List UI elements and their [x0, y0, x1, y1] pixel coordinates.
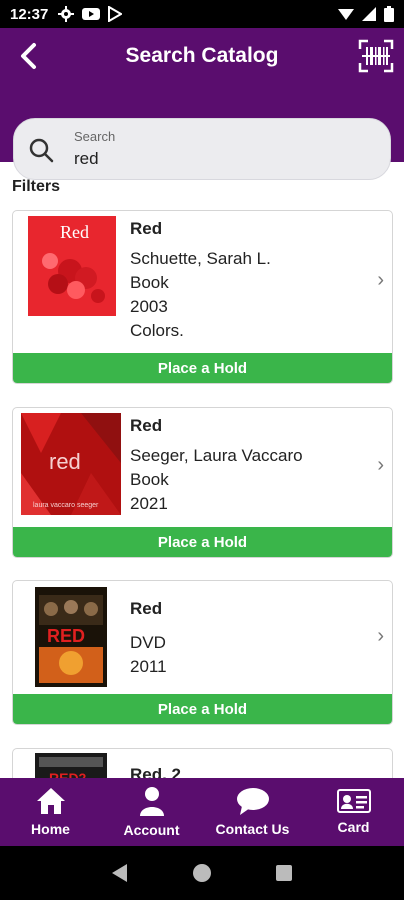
result-card[interactable]: RED2 Red. 2 [12, 748, 393, 780]
result-card[interactable]: RED Red DVD 2011 › Place a Hold [12, 580, 393, 725]
cover-author: laura vaccaro seeger [33, 502, 99, 509]
chevron-right-icon: › [377, 454, 384, 476]
chevron-right-icon: › [377, 269, 384, 291]
home-icon [36, 788, 65, 814]
result-format: Book [130, 470, 169, 489]
search-icon [29, 138, 54, 163]
search-input[interactable]: red [74, 149, 99, 169]
place-hold-button[interactable]: Place a Hold [13, 694, 392, 724]
place-hold-button[interactable]: Place a Hold [13, 527, 392, 557]
result-card[interactable]: red laura vaccaro seeger Red Seeger, Lau… [12, 407, 393, 558]
app-bar: Search Catalog Search red [0, 28, 404, 180]
result-title: Red [130, 416, 163, 435]
page-title: Search Catalog [125, 44, 279, 67]
result-title: Red [130, 219, 163, 238]
nav-home-icon[interactable] [192, 863, 212, 883]
settings-icon [58, 6, 75, 22]
book-cover-image: Red [28, 216, 116, 316]
tab-home[interactable]: Home [0, 778, 101, 846]
result-author: Seeger, Laura Vaccaro [130, 446, 303, 465]
tab-account[interactable]: Account [101, 778, 202, 846]
chat-icon [236, 788, 269, 815]
signal-icon [362, 7, 376, 21]
search-field[interactable]: Search red [13, 118, 391, 180]
bottom-tab-bar: Home Account Contact Us Card [0, 778, 404, 846]
place-hold-button[interactable]: Place a Hold [13, 353, 392, 383]
youtube-icon [82, 8, 101, 20]
dvd-cover-image: RED [35, 587, 107, 687]
tab-card-label: Card [337, 819, 370, 835]
result-year: 2021 [130, 494, 168, 513]
status-time: 12:37 [10, 5, 49, 23]
search-label: Search [74, 129, 116, 144]
result-year: 2011 [130, 657, 167, 676]
result-title: Red [130, 599, 163, 618]
tab-contact-us[interactable]: Contact Us [202, 778, 303, 846]
cover-title: red [49, 449, 81, 474]
cover-title: RED [47, 626, 85, 646]
tab-account-label: Account [123, 822, 180, 838]
cover-title: Red [60, 222, 89, 242]
tab-card[interactable]: Card [303, 778, 404, 846]
results-list[interactable]: Red Red Schuette, Sarah L. Book 2003 Col… [0, 200, 404, 780]
barcode-scan-button[interactable] [356, 36, 396, 76]
result-format: Book [130, 273, 169, 292]
book-cover-image: red laura vaccaro seeger [21, 413, 121, 515]
nav-recents-icon[interactable] [275, 864, 293, 882]
filters-button[interactable]: Filters [12, 178, 60, 196]
status-bar: 12:37 [0, 0, 404, 28]
nav-back-icon[interactable] [111, 863, 129, 883]
chevron-right-icon: › [377, 625, 384, 647]
battery-icon [384, 6, 394, 22]
tab-home-label: Home [31, 821, 70, 837]
result-card[interactable]: Red Red Schuette, Sarah L. Book 2003 Col… [12, 210, 393, 384]
barcode-scan-icon [358, 39, 394, 73]
play-store-icon [108, 6, 123, 22]
result-subject: Colors. [130, 321, 184, 340]
id-card-icon [336, 789, 371, 813]
dvd-cover-image: RED2 [35, 753, 107, 780]
result-author: Schuette, Sarah L. [130, 249, 271, 268]
wifi-icon [338, 9, 354, 20]
person-icon [139, 787, 164, 816]
result-format: DVD [130, 633, 166, 652]
system-nav-bar [0, 846, 404, 900]
tab-contact-us-label: Contact Us [215, 821, 290, 837]
result-year: 2003 [130, 297, 168, 316]
